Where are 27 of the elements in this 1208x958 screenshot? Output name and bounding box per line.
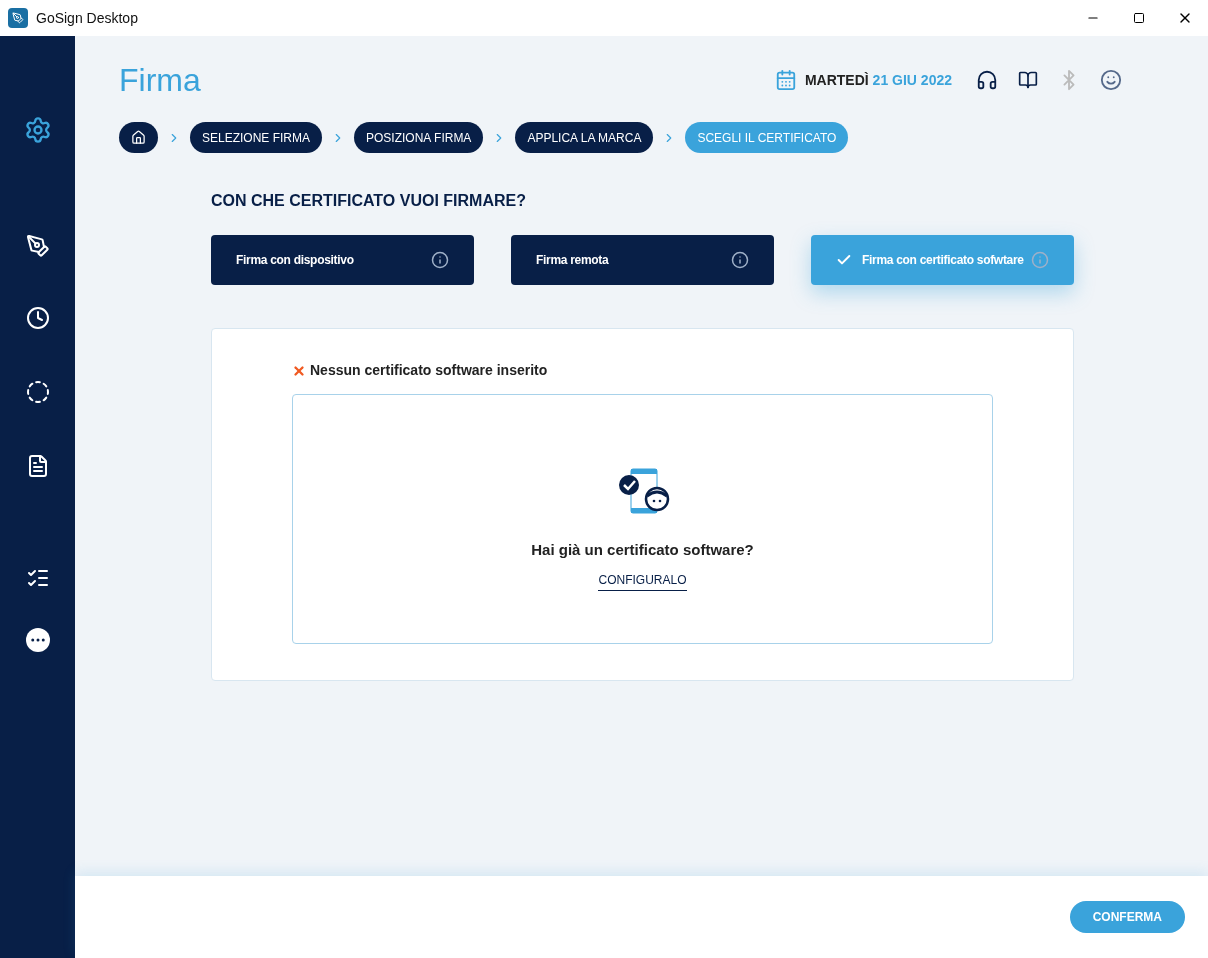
- home-icon: [131, 130, 146, 145]
- window-title: GoSign Desktop: [36, 8, 138, 28]
- clock-icon[interactable]: [25, 306, 50, 330]
- info-icon[interactable]: [431, 251, 449, 269]
- breadcrumb-step[interactable]: SELEZIONE FIRMA: [190, 122, 323, 153]
- headset-icon[interactable]: [976, 69, 998, 91]
- user-icon[interactable]: [1100, 69, 1122, 91]
- date-text: MARTEDÌ 21 GIU 2022: [804, 70, 952, 90]
- breadcrumb-step[interactable]: POSIZIONA FIRMA: [354, 122, 484, 153]
- info-icon[interactable]: [731, 251, 749, 269]
- question-heading: CON CHE CERTIFICATO VUOI FIRMARE?: [211, 191, 527, 211]
- calendar-icon: [774, 69, 797, 91]
- app-logo-icon: [8, 8, 28, 28]
- more-icon[interactable]: [25, 628, 50, 652]
- page-title: Firma: [119, 61, 201, 100]
- status-text: Nessun certificato software inserito: [310, 361, 548, 380]
- home-button[interactable]: [119, 122, 158, 153]
- settings-icon[interactable]: [23, 116, 52, 144]
- signature-option[interactable]: Firma remota: [511, 235, 774, 285]
- error-icon: [292, 363, 306, 378]
- breadcrumb-step[interactable]: APPLICA LA MARCA: [515, 122, 654, 153]
- configure-link[interactable]: CONFIGURALO: [598, 570, 687, 591]
- pen-icon[interactable]: [25, 234, 50, 258]
- signature-option[interactable]: Firma con dispositivo: [211, 235, 474, 285]
- maximize-icon[interactable]: [1133, 12, 1145, 24]
- book-icon[interactable]: [1018, 70, 1038, 90]
- prompt-text: Hai già un certificato software?: [531, 540, 754, 560]
